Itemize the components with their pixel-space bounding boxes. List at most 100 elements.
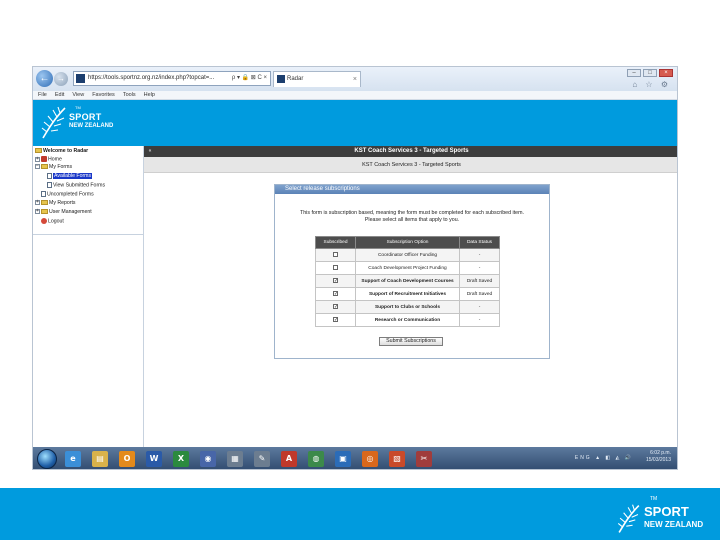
close-window-button[interactable]: ×: [659, 69, 673, 77]
subscription-option: Support of Coach Development Courses: [355, 274, 460, 288]
sidebar-item-label: My Reports: [49, 200, 76, 206]
menu-tools[interactable]: Tools: [123, 91, 136, 99]
sport-nz-logo[interactable]: TM SPORT NEW ZEALAND: [39, 104, 119, 142]
table-row: ✓ Support of Coach Development Courses D…: [315, 274, 500, 288]
fern-icon: [41, 106, 66, 139]
subscription-option: Coach Development Project Funding: [355, 261, 460, 275]
form-icon: [47, 182, 52, 188]
system-tray-icons[interactable]: ENG ▲ ◧ ◭ 🔊: [575, 455, 633, 461]
menu-edit[interactable]: Edit: [55, 91, 64, 99]
clock-time: 6:02 p.m.: [650, 450, 671, 456]
intro-line-1: This form is subscription based, meaning…: [299, 210, 525, 216]
table-row: Coach Development Project Funding -: [315, 261, 500, 275]
menu-file[interactable]: File: [38, 91, 47, 99]
pdf-icon[interactable]: ▧: [389, 451, 405, 467]
clock[interactable]: 6:02 p.m. 15/03/2013: [646, 450, 671, 464]
logo-line1: SPORT: [69, 112, 102, 122]
sidebar-tree: Welcome to Radar + Home − My Forms Availab…: [33, 146, 144, 235]
collapse-icon[interactable]: −: [35, 164, 40, 170]
maps-icon[interactable]: ◍: [308, 451, 324, 467]
logout-icon: [41, 218, 47, 224]
sidebar-item-label: Welcome to Radar: [43, 148, 89, 154]
firefox-icon[interactable]: ◎: [362, 451, 378, 467]
subscription-table: Subscribed Subscription Option Data Stat…: [315, 236, 500, 327]
header-subscription-option: Subscription Option: [355, 236, 460, 249]
sidebar-item-label: Home: [48, 156, 62, 163]
sidebar-item-user-management[interactable]: + User Management: [35, 209, 92, 216]
address-bar[interactable]: https://tools.sportnz.org.nz/index.php?t…: [73, 71, 271, 86]
sidebar-item-home[interactable]: + Home: [35, 156, 62, 163]
forward-button[interactable]: →: [54, 72, 68, 86]
sidebar-item-label: User Management: [49, 209, 92, 215]
menu-help[interactable]: Help: [144, 91, 155, 99]
footer-logo-tm: TM: [650, 496, 658, 502]
sidebar-item-available-forms[interactable]: Available Forms: [47, 173, 93, 180]
submit-subscriptions-button[interactable]: Submit Subscriptions: [379, 337, 443, 346]
browser-tab[interactable]: Radar ×: [273, 71, 361, 87]
menu-favorites[interactable]: Favorites: [92, 91, 115, 99]
explorer-icon[interactable]: ▤: [92, 451, 108, 467]
ie-icon[interactable]: e: [65, 451, 81, 467]
subscription-option: Support of Recruitment Initiatives: [355, 287, 460, 301]
app-edit-icon[interactable]: ✎: [254, 451, 270, 467]
sidebar-item-my-forms[interactable]: − My Forms: [35, 164, 72, 171]
sidebar-empty-area: [33, 235, 144, 447]
form-title: KST Coach Services 3 - Targeted Sports: [362, 162, 461, 168]
app-blue-icon[interactable]: ▣: [335, 451, 351, 467]
minimize-button[interactable]: –: [627, 69, 641, 77]
form-icon: [47, 173, 52, 179]
footer-logo-line1: SPORT: [644, 504, 689, 519]
sidebar-item-uncompleted-forms[interactable]: Uncompleted Forms: [41, 191, 94, 198]
subscribe-checkbox[interactable]: ✓: [333, 291, 338, 297]
folder-icon: [41, 200, 48, 206]
word-icon[interactable]: W: [146, 451, 162, 467]
subscription-option: Support to Clubs or Schools: [355, 300, 460, 314]
notepad-icon[interactable]: ▦: [227, 451, 243, 467]
header-data-status: Data Status: [459, 236, 500, 249]
subscription-panel: Select release subscriptions This form i…: [274, 184, 550, 359]
collapse-sidebar-icon[interactable]: «: [146, 146, 154, 157]
excel-icon[interactable]: X: [173, 451, 189, 467]
form-icon: [41, 191, 46, 197]
table-header-row: Subscribed Subscription Option Data Stat…: [315, 236, 500, 249]
sidebar-item-welcome[interactable]: Welcome to Radar: [35, 148, 88, 155]
footer-sport-nz-logo: TM SPORT NEW ZEALAND: [614, 496, 704, 536]
footer-band: [0, 488, 720, 540]
acrobat-icon[interactable]: A: [281, 451, 297, 467]
subscribe-checkbox[interactable]: [333, 264, 338, 270]
outlook-icon[interactable]: O: [119, 451, 135, 467]
data-status: -: [459, 300, 500, 314]
expand-icon[interactable]: +: [35, 200, 40, 206]
url-text: https://tools.sportnz.org.nz/index.php?t…: [88, 75, 215, 81]
sidebar-item-my-reports[interactable]: + My Reports: [35, 200, 76, 207]
subscribe-checkbox[interactable]: ✓: [333, 304, 338, 310]
sidebar-item-view-submitted-forms[interactable]: View Submitted Forms: [47, 182, 105, 189]
tab-title: Radar: [287, 76, 304, 82]
intro-line-2: Please select all items that apply to yo…: [364, 217, 460, 223]
sidebar-item-logout[interactable]: Logout: [41, 218, 64, 225]
subscribe-checkbox[interactable]: ✓: [333, 317, 338, 323]
expand-icon[interactable]: +: [35, 209, 40, 215]
tab-close-icon[interactable]: ×: [353, 72, 357, 87]
sidebar-item-label: View Submitted Forms: [53, 182, 106, 189]
address-bar-tools[interactable]: ρ ▾ 🔒 ⊠ C ×: [232, 72, 267, 85]
page-title: KST Coach Services 3 - Targeted Sports: [354, 148, 469, 154]
expand-icon[interactable]: +: [35, 156, 40, 162]
sidebar-item-label: Logout: [48, 218, 64, 225]
subscribe-checkbox[interactable]: [333, 251, 338, 257]
start-button[interactable]: [37, 449, 57, 469]
back-button[interactable]: ←: [36, 70, 53, 87]
screenshot-frame: ← → https://tools.sportnz.org.nz/index.p…: [32, 66, 678, 470]
subscribe-checkbox[interactable]: ✓: [333, 278, 338, 284]
clock-date: 15/03/2013: [645, 457, 671, 463]
home-icon: [41, 156, 47, 162]
snipping-icon[interactable]: ✂: [416, 451, 432, 467]
maximize-button[interactable]: □: [643, 69, 657, 77]
menu-view[interactable]: View: [72, 91, 84, 99]
site-favicon-icon: [76, 74, 85, 83]
data-status: -: [459, 313, 500, 327]
app-globe-icon[interactable]: ◉: [200, 451, 216, 467]
home-favorites-settings-icons[interactable]: ⌂ ☆ ⚙: [632, 80, 671, 89]
table-row: ✓ Support of Recruitment Initiatives Dra…: [315, 287, 500, 301]
data-status: Draft Saved: [459, 274, 500, 288]
